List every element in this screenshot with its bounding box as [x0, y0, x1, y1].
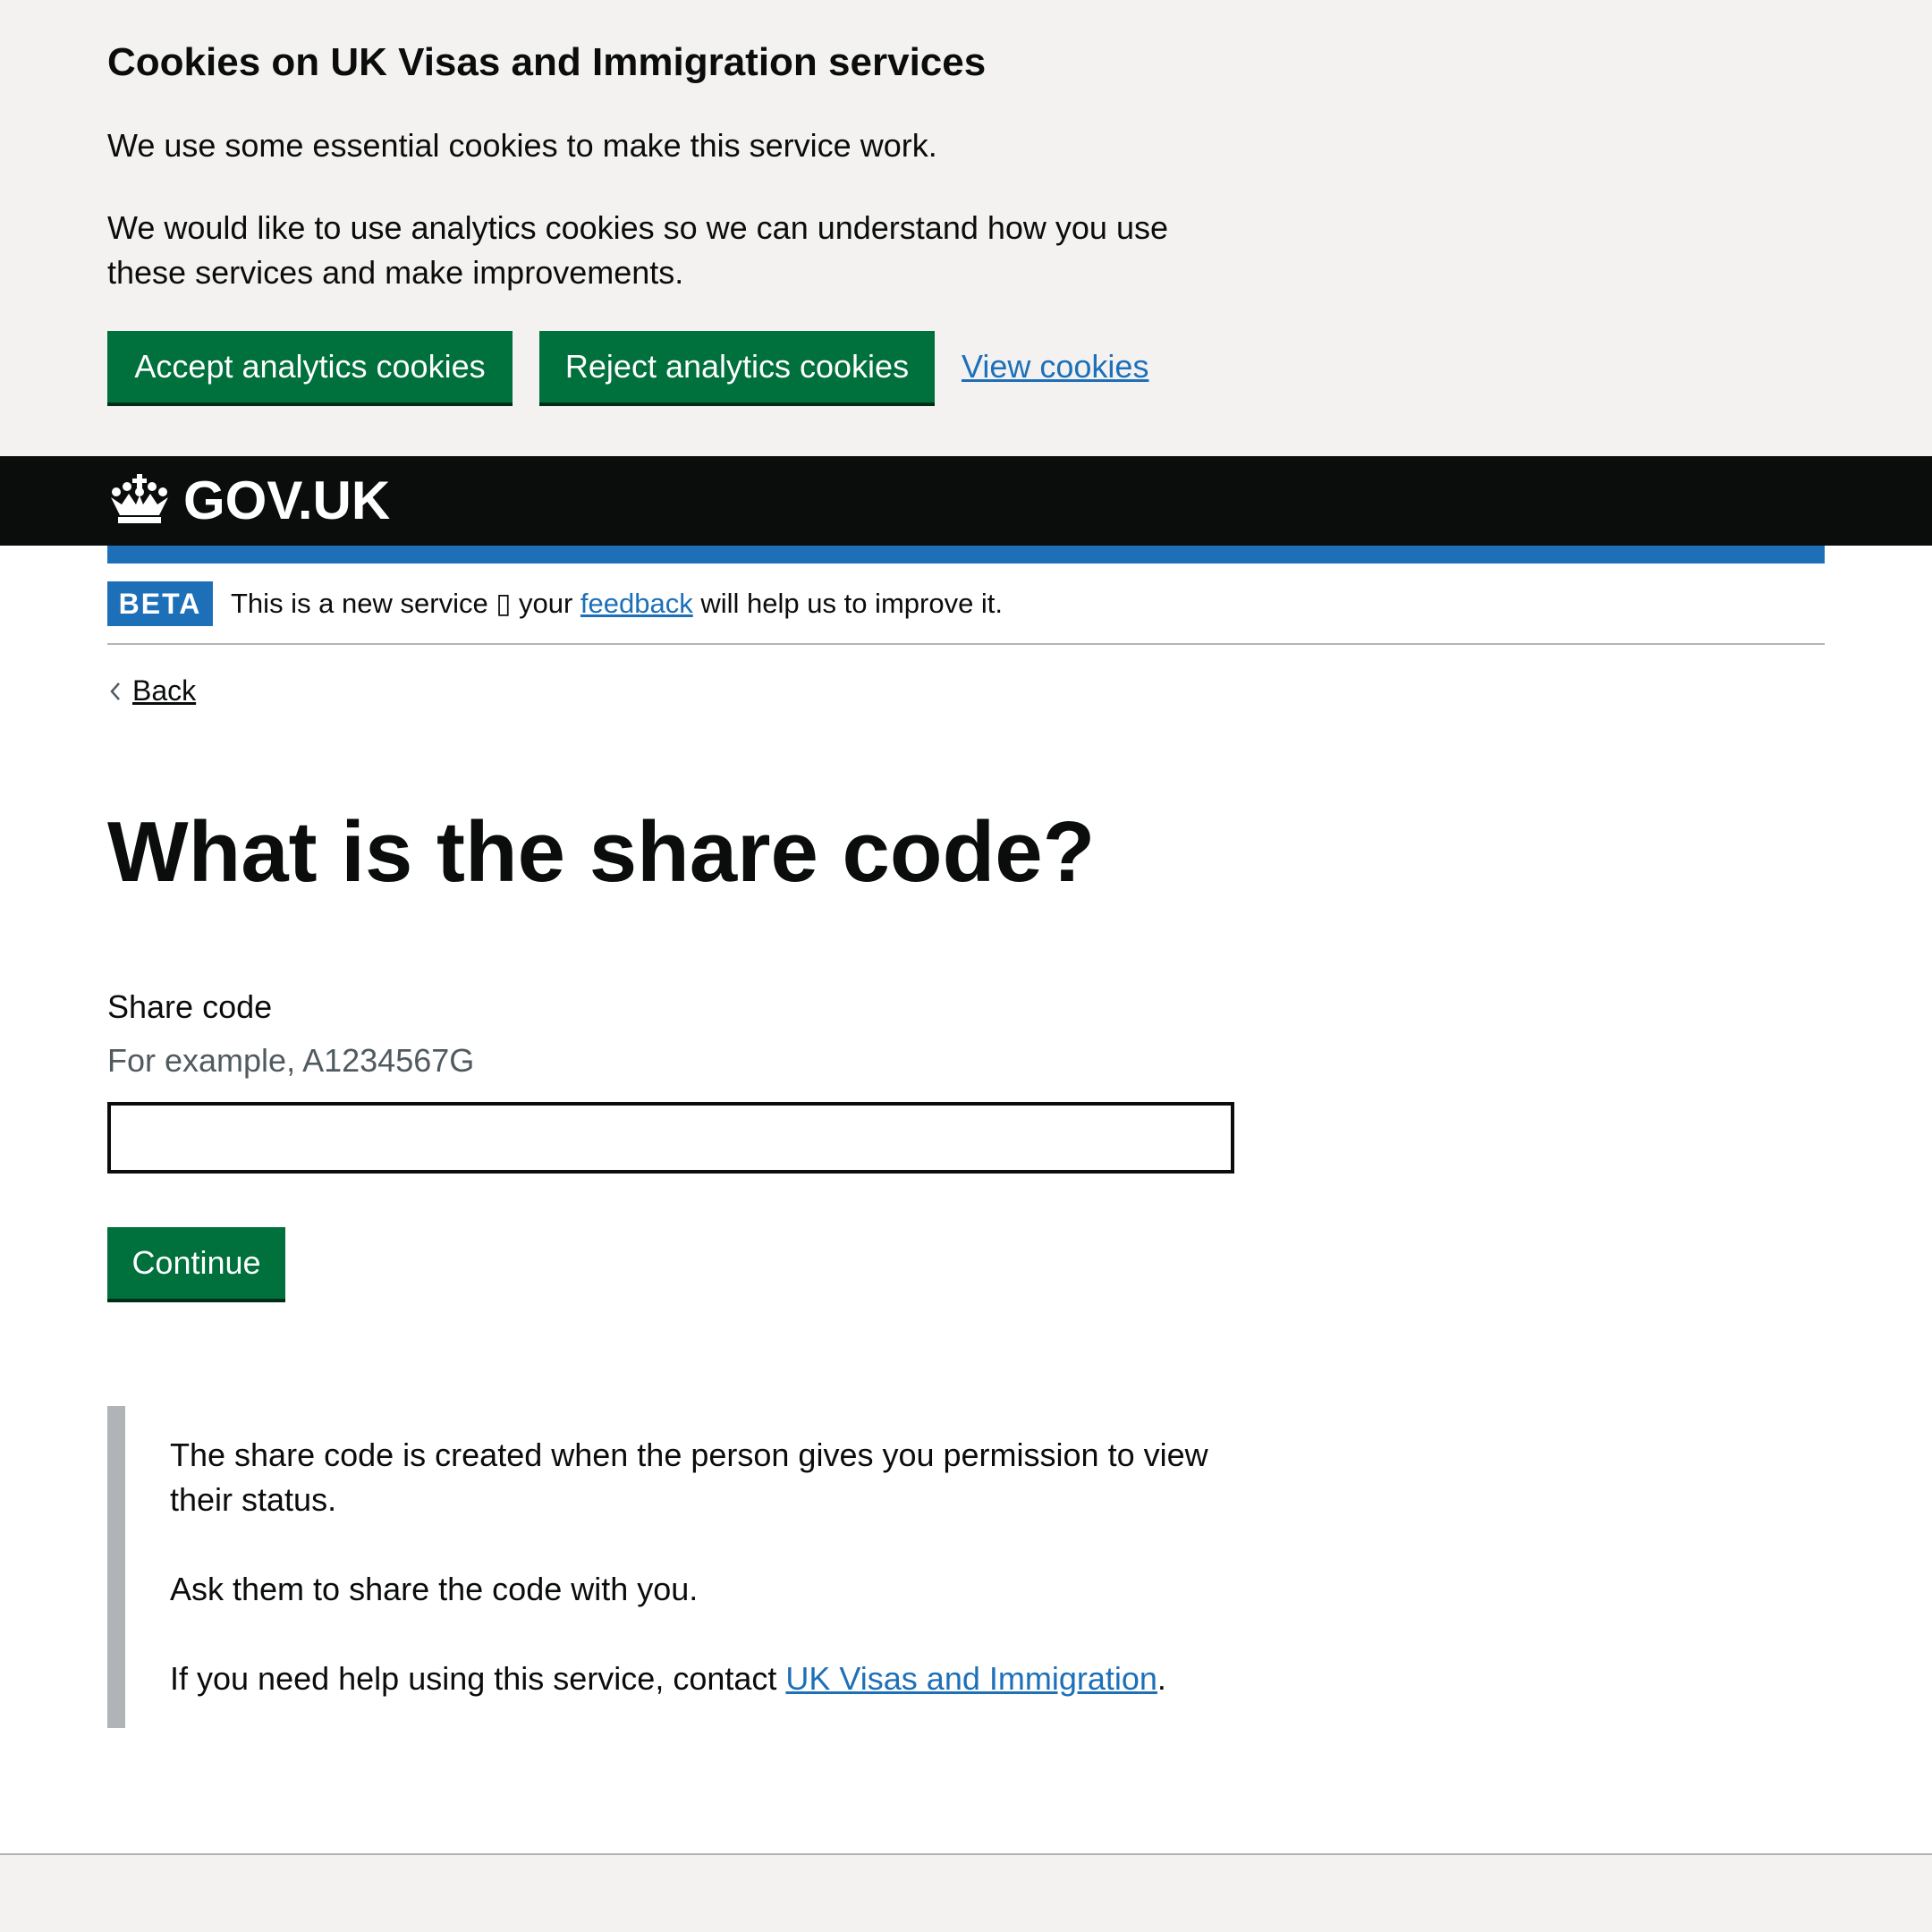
- phase-banner-divider: [107, 643, 1825, 645]
- share-code-label: Share code: [107, 988, 273, 1025]
- crown-icon[interactable]: [107, 474, 172, 524]
- cookie-banner-title: Cookies on UK Visas and Immigration serv…: [107, 40, 987, 84]
- share-code-input[interactable]: [107, 1102, 1234, 1174]
- back-link[interactable]: Back: [132, 669, 196, 712]
- govuk-logo-text[interactable]: GOV.UK: [183, 465, 390, 537]
- view-cookies-link[interactable]: View cookies: [962, 344, 1148, 389]
- inset-paragraph: The share code is created when the perso…: [170, 1436, 1208, 1518]
- cookie-banner: Cookies on UK Visas and Immigration serv…: [0, 0, 1932, 456]
- ukvi-contact-link[interactable]: UK Visas and Immigration: [785, 1660, 1157, 1697]
- reject-cookies-button[interactable]: Reject analytics cookies: [539, 331, 935, 402]
- chevron-left-icon[interactable]: [109, 682, 122, 701]
- feedback-link[interactable]: feedback: [580, 588, 693, 619]
- share-code-hint: For example, A1234567G: [107, 1042, 475, 1079]
- inset-help-text: If you need help using this service, con…: [170, 1660, 786, 1697]
- phase-banner-text-before: This is a new service ▯ your: [231, 588, 580, 619]
- inset-text: The share code is created when the perso…: [107, 1406, 1234, 1728]
- inset-help-text-end: .: [1157, 1660, 1166, 1697]
- phase-banner-text-after: will help us to improve it.: [692, 588, 1004, 619]
- accept-cookies-button[interactable]: Accept analytics cookies: [107, 331, 513, 402]
- beta-tag: BETA: [107, 581, 213, 626]
- cookie-banner-text: We would like to use analytics cookies s…: [107, 209, 1168, 291]
- inset-paragraph: Ask them to share the code with you.: [170, 1571, 699, 1607]
- cookie-banner-text: We use some essential cookies to make th…: [107, 127, 937, 164]
- phase-banner-text: This is a new service ▯ your feedback wi…: [231, 582, 1003, 625]
- govuk-footer: [0, 1853, 1932, 1932]
- header-blue-bar: [107, 546, 1825, 564]
- page-title: What is the share code?: [107, 804, 1096, 900]
- inset-paragraph: If you need help using this service, con…: [170, 1657, 1234, 1701]
- continue-button[interactable]: Continue: [107, 1227, 285, 1299]
